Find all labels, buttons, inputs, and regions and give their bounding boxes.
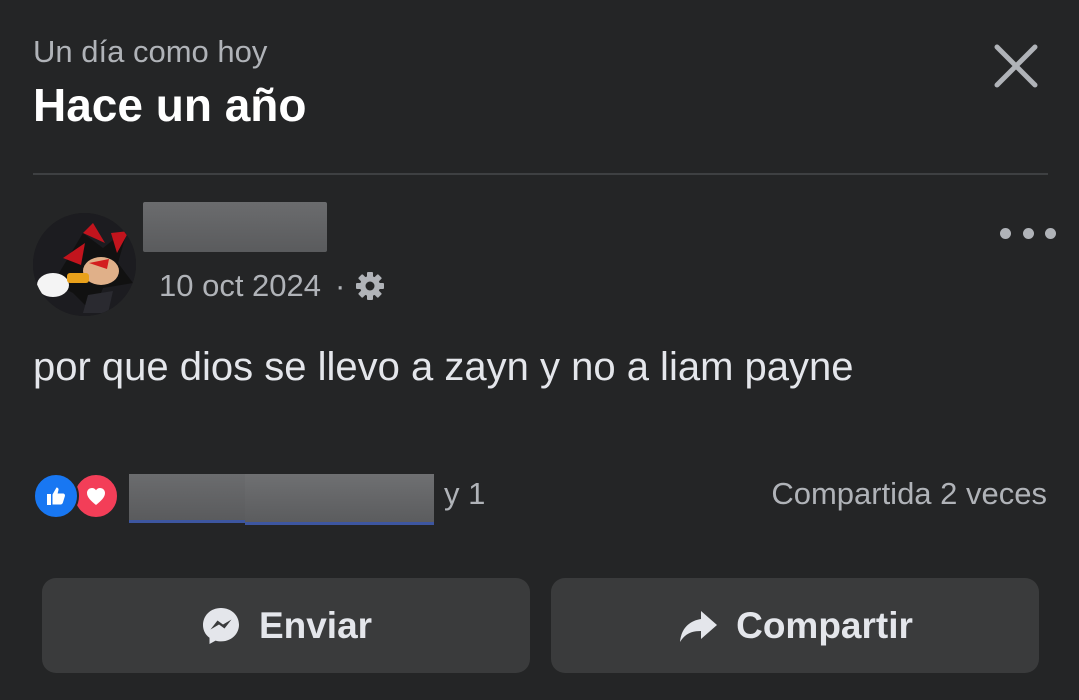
divider <box>33 173 1048 175</box>
dot-icon <box>1045 227 1056 239</box>
reaction-count-more[interactable]: y 1 <box>444 476 485 512</box>
share-count[interactable]: Compartida 2 veces <box>771 476 1047 512</box>
avatar[interactable] <box>33 213 136 316</box>
page-title: Hace un año <box>33 79 307 131</box>
share-button[interactable]: Compartir <box>551 578 1039 673</box>
post-meta: 10 oct 2024 · <box>159 268 385 304</box>
post-text: por que dios se llevo a zayn y no a liam… <box>33 345 854 389</box>
reaction-icons[interactable] <box>33 473 123 519</box>
close-icon <box>994 44 1038 88</box>
dot-icon <box>1000 227 1011 239</box>
gear-icon <box>356 272 385 300</box>
love-reaction-icon <box>73 473 119 519</box>
send-button[interactable]: Enviar <box>42 578 530 673</box>
close-button[interactable] <box>988 38 1044 94</box>
header-subtitle: Un día como hoy <box>33 34 268 69</box>
share-arrow-icon <box>677 605 719 647</box>
meta-separator: · <box>335 268 346 303</box>
messenger-icon <box>200 605 242 647</box>
author-name-redacted[interactable] <box>143 202 327 252</box>
send-button-label: Enviar <box>258 604 373 646</box>
reactor-name-redacted[interactable] <box>245 474 434 525</box>
share-button-label: Compartir <box>736 604 913 646</box>
like-reaction-icon <box>33 473 79 519</box>
post-date[interactable]: 10 oct 2024 <box>159 268 321 304</box>
more-options-button[interactable] <box>1000 222 1056 244</box>
dot-icon <box>1022 227 1034 239</box>
reactor-name-redacted[interactable] <box>129 474 254 523</box>
